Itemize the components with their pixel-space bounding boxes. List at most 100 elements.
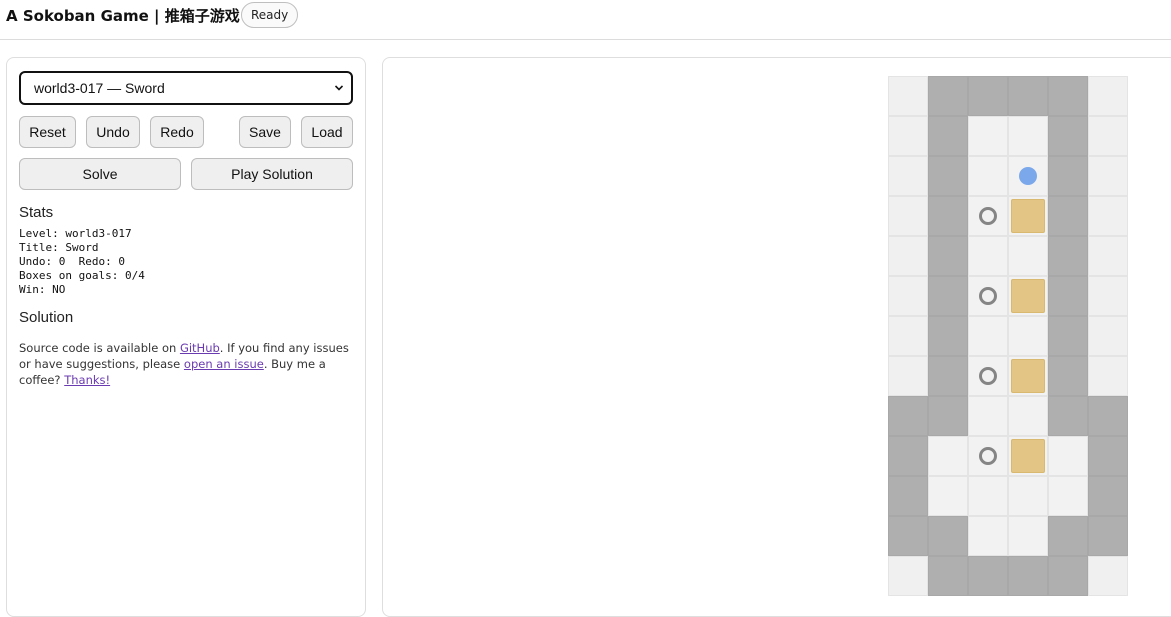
github-link[interactable]: GitHub: [180, 341, 220, 355]
wall-tile: [1088, 436, 1128, 476]
wall-tile: [928, 316, 968, 356]
play-solution-button[interactable]: Play Solution: [191, 158, 353, 190]
level-select-value: world3-017 — Sword: [34, 80, 165, 96]
save-button[interactable]: Save: [239, 116, 291, 148]
wall-tile: [1088, 516, 1128, 556]
wall-tile: [1048, 116, 1088, 156]
outside-tile: [888, 276, 928, 316]
floor-tile: [1008, 516, 1048, 556]
outside-tile: [1088, 356, 1128, 396]
wall-tile: [928, 236, 968, 276]
wall-tile: [928, 276, 968, 316]
floor-tile: [968, 516, 1008, 556]
outside-tile: [888, 316, 928, 356]
goal-marker: [979, 447, 997, 465]
stats-heading: Stats: [19, 204, 54, 221]
undo-button[interactable]: Undo: [86, 116, 140, 148]
stats-text: Level: world3-017 Title: Sword Undo: 0 R…: [19, 227, 145, 296]
app-title: A Sokoban Game | 推箱子游戏: [6, 7, 240, 25]
wall-tile: [1048, 396, 1088, 436]
wall-tile: [928, 156, 968, 196]
wall-tile: [1008, 76, 1048, 116]
outside-tile: [888, 556, 928, 596]
box: [1011, 199, 1045, 233]
outside-tile: [888, 76, 928, 116]
floor-tile: [1048, 476, 1088, 516]
wall-tile: [1048, 556, 1088, 596]
wall-tile: [888, 516, 928, 556]
outside-tile: [1088, 236, 1128, 276]
wall-tile: [1048, 316, 1088, 356]
wall-tile: [928, 396, 968, 436]
outside-tile: [888, 196, 928, 236]
box: [1011, 279, 1045, 313]
floor-tile: [1008, 116, 1048, 156]
floor-tile: [968, 116, 1008, 156]
thanks-link[interactable]: Thanks!: [64, 373, 110, 387]
wall-tile: [968, 76, 1008, 116]
goal-marker: [979, 367, 997, 385]
outside-tile: [1088, 196, 1128, 236]
wall-tile: [1048, 196, 1088, 236]
wall-tile: [928, 356, 968, 396]
floor-tile: [1008, 396, 1048, 436]
floor-tile: [968, 236, 1008, 276]
outside-tile: [888, 156, 928, 196]
floor-tile: [968, 476, 1008, 516]
floor-tile: [968, 396, 1008, 436]
solution-heading: Solution: [19, 309, 74, 326]
wall-tile: [1048, 516, 1088, 556]
outside-tile: [1088, 276, 1128, 316]
redo-button[interactable]: Redo: [150, 116, 204, 148]
control-panel: world3-017 — Sword Reset Undo Redo Save …: [6, 57, 366, 617]
wall-tile: [928, 556, 968, 596]
wall-tile: [1048, 276, 1088, 316]
wall-tile: [1088, 396, 1128, 436]
outside-tile: [1088, 556, 1128, 596]
wall-tile: [1048, 156, 1088, 196]
floor-tile: [928, 476, 968, 516]
floor-tile: [1008, 316, 1048, 356]
outside-tile: [1088, 76, 1128, 116]
floor-tile: [968, 156, 1008, 196]
box: [1011, 439, 1045, 473]
outside-tile: [888, 236, 928, 276]
level-select[interactable]: world3-017 — Sword: [19, 71, 353, 105]
player: [1019, 167, 1037, 185]
wall-tile: [1048, 76, 1088, 116]
reset-button[interactable]: Reset: [19, 116, 76, 148]
goal-marker: [979, 287, 997, 305]
wall-tile: [1088, 476, 1128, 516]
wall-tile: [928, 196, 968, 236]
outside-tile: [1088, 316, 1128, 356]
wall-tile: [1008, 556, 1048, 596]
footer-text: Source code is available on GitHub. If y…: [19, 340, 349, 388]
status-badge: Ready: [241, 2, 299, 28]
outside-tile: [1088, 116, 1128, 156]
floor-tile: [1048, 436, 1088, 476]
wall-tile: [888, 476, 928, 516]
chevron-down-icon: [335, 85, 343, 91]
floor-tile: [1008, 236, 1048, 276]
wall-tile: [888, 396, 928, 436]
floor-tile: [928, 436, 968, 476]
outside-tile: [888, 116, 928, 156]
wall-tile: [928, 76, 968, 116]
outside-tile: [888, 356, 928, 396]
board-panel: [382, 57, 1171, 617]
wall-tile: [928, 116, 968, 156]
wall-tile: [1048, 236, 1088, 276]
wall-tile: [928, 516, 968, 556]
box: [1011, 359, 1045, 393]
footer-text-1: Source code is available on: [19, 341, 180, 355]
solve-button[interactable]: Solve: [19, 158, 181, 190]
goal-marker: [979, 207, 997, 225]
load-button[interactable]: Load: [301, 116, 353, 148]
wall-tile: [968, 556, 1008, 596]
wall-tile: [1048, 356, 1088, 396]
wall-tile: [888, 436, 928, 476]
header: A Sokoban Game | 推箱子游戏 Ready: [0, 0, 1171, 40]
floor-tile: [968, 316, 1008, 356]
outside-tile: [1088, 156, 1128, 196]
open-issue-link[interactable]: open an issue: [184, 357, 264, 371]
